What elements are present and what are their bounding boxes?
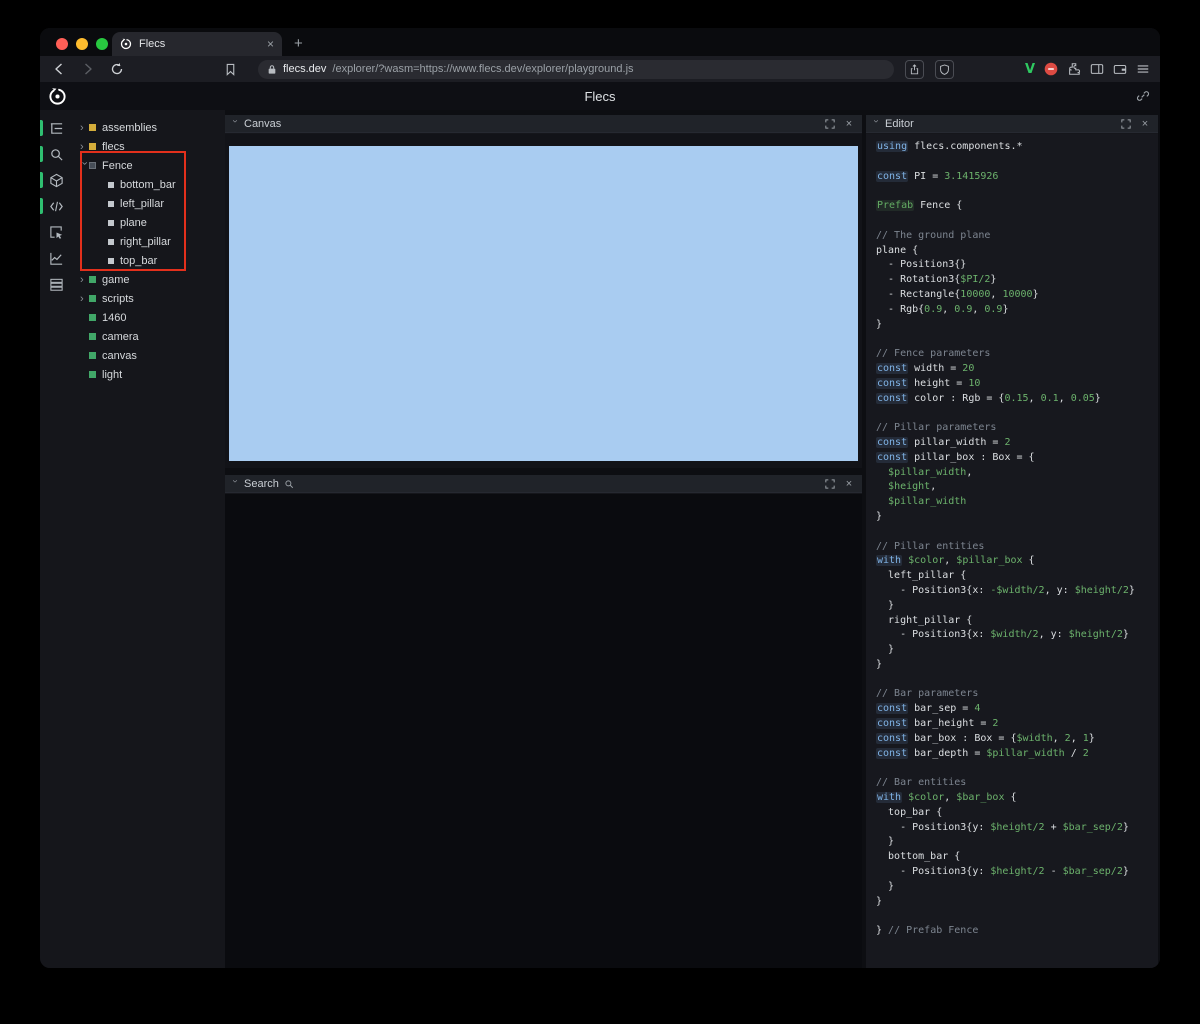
extension-v-icon[interactable]: V (1025, 62, 1035, 77)
entity-tree: › assemblies › flecs › Fence bottom_bar left_pi… (72, 110, 225, 968)
icon-sidebar (40, 110, 72, 968)
search-panel-header: › Search × (225, 475, 862, 493)
tree-item-Fence[interactable]: › Fence (72, 156, 225, 175)
minimize-window-button[interactable] (76, 38, 88, 50)
app-title: Flecs (584, 88, 616, 104)
tree-item-scripts[interactable]: › scripts (72, 289, 225, 308)
search-icon[interactable] (40, 141, 72, 167)
extension-icons: V (1025, 62, 1150, 77)
collapse-chevron-icon[interactable]: › (230, 480, 241, 488)
tree-item-assemblies[interactable]: › assemblies (72, 118, 225, 137)
tree-item-flecs[interactable]: › flecs (72, 137, 225, 156)
tree-item-bottom_bar[interactable]: bottom_bar (72, 175, 225, 194)
reload-button[interactable] (108, 60, 126, 78)
tab-favicon-flecs-logo-icon (120, 38, 132, 50)
collapse-chevron-icon[interactable]: › (871, 120, 882, 128)
flecs-logo-icon[interactable] (48, 87, 67, 106)
stats-icon[interactable] (40, 271, 72, 297)
search-panel-title: Search (244, 477, 279, 490)
search-panel: › Search × (225, 475, 862, 968)
sidebar-toggle-icon[interactable] (1090, 62, 1104, 76)
search-results-area (225, 494, 862, 968)
canvas-panel-header: › Canvas × (225, 115, 862, 133)
browser-toolbar: flecs.dev/explorer/?wasm=https://www.fle… (40, 56, 1160, 82)
tree-item-light[interactable]: light (72, 365, 225, 384)
editor-panel-header: › Editor × (866, 115, 1158, 133)
canvas-body (225, 134, 862, 468)
tree-item-plane[interactable]: plane (72, 213, 225, 232)
chart-icon[interactable] (40, 245, 72, 271)
expand-panel-icon[interactable] (823, 477, 837, 491)
new-tab-button[interactable]: + (294, 35, 303, 52)
entity-tree-icon[interactable] (40, 115, 72, 141)
browser-tab[interactable]: Flecs × (112, 32, 282, 56)
extensions-puzzle-icon[interactable] (1067, 62, 1081, 76)
canvas-panel: › Canvas × (225, 115, 862, 468)
share-button[interactable] (904, 59, 924, 79)
collapse-chevron-icon[interactable]: › (230, 120, 241, 128)
expand-panel-icon[interactable] (1119, 117, 1133, 131)
tree-item-canvas[interactable]: canvas (72, 346, 225, 365)
zoom-window-button[interactable] (96, 38, 108, 50)
traffic-lights (56, 38, 108, 50)
link-icon[interactable] (1136, 89, 1150, 103)
url-path: /explorer/?wasm=https://www.flecs.dev/ex… (332, 63, 634, 75)
lock-icon (267, 64, 277, 75)
expand-panel-icon[interactable] (823, 117, 837, 131)
cube-icon[interactable] (40, 167, 72, 193)
app-header: Flecs (40, 82, 1160, 110)
editor-panel-title: Editor (885, 117, 914, 130)
url-domain: flecs.dev (283, 63, 327, 75)
editor-panel: › Editor × using flecs.components.* cons… (866, 115, 1158, 968)
search-magnifier-icon (284, 479, 294, 489)
tab-title: Flecs (139, 38, 166, 50)
editor-code[interactable]: using flecs.components.* const PI = 3.14… (866, 134, 1158, 968)
menu-icon[interactable] (1136, 62, 1150, 76)
forward-button[interactable] (79, 60, 97, 78)
inspect-icon[interactable] (40, 219, 72, 245)
wallet-icon[interactable] (1113, 62, 1127, 76)
bookmark-icon[interactable] (221, 60, 239, 78)
tree-item-1460[interactable]: 1460 (72, 308, 225, 327)
extension-red-icon[interactable] (1044, 62, 1058, 76)
tree-item-right_pillar[interactable]: right_pillar (72, 232, 225, 251)
back-button[interactable] (50, 60, 68, 78)
tree-item-camera[interactable]: camera (72, 327, 225, 346)
shield-icon[interactable] (934, 59, 954, 79)
browser-window: Flecs × + flecs.dev/explorer/?wasm=https… (40, 28, 1160, 968)
close-panel-icon[interactable]: × (842, 477, 856, 491)
close-panel-icon[interactable]: × (1138, 117, 1152, 131)
close-panel-icon[interactable]: × (842, 117, 856, 131)
code-icon[interactable] (40, 193, 72, 219)
url-bar[interactable]: flecs.dev/explorer/?wasm=https://www.fle… (258, 59, 894, 79)
tab-strip: Flecs × + (40, 28, 1160, 56)
close-window-button[interactable] (56, 38, 68, 50)
tree-item-left_pillar[interactable]: left_pillar (72, 194, 225, 213)
tab-close-icon[interactable]: × (267, 38, 274, 50)
main-area: › assemblies › flecs › Fence bottom_bar left_pi… (40, 110, 1160, 968)
tree-item-top_bar[interactable]: top_bar (72, 251, 225, 270)
tree-item-game[interactable]: › game (72, 270, 225, 289)
3d-viewport[interactable] (229, 146, 858, 461)
canvas-panel-title: Canvas (244, 117, 282, 130)
